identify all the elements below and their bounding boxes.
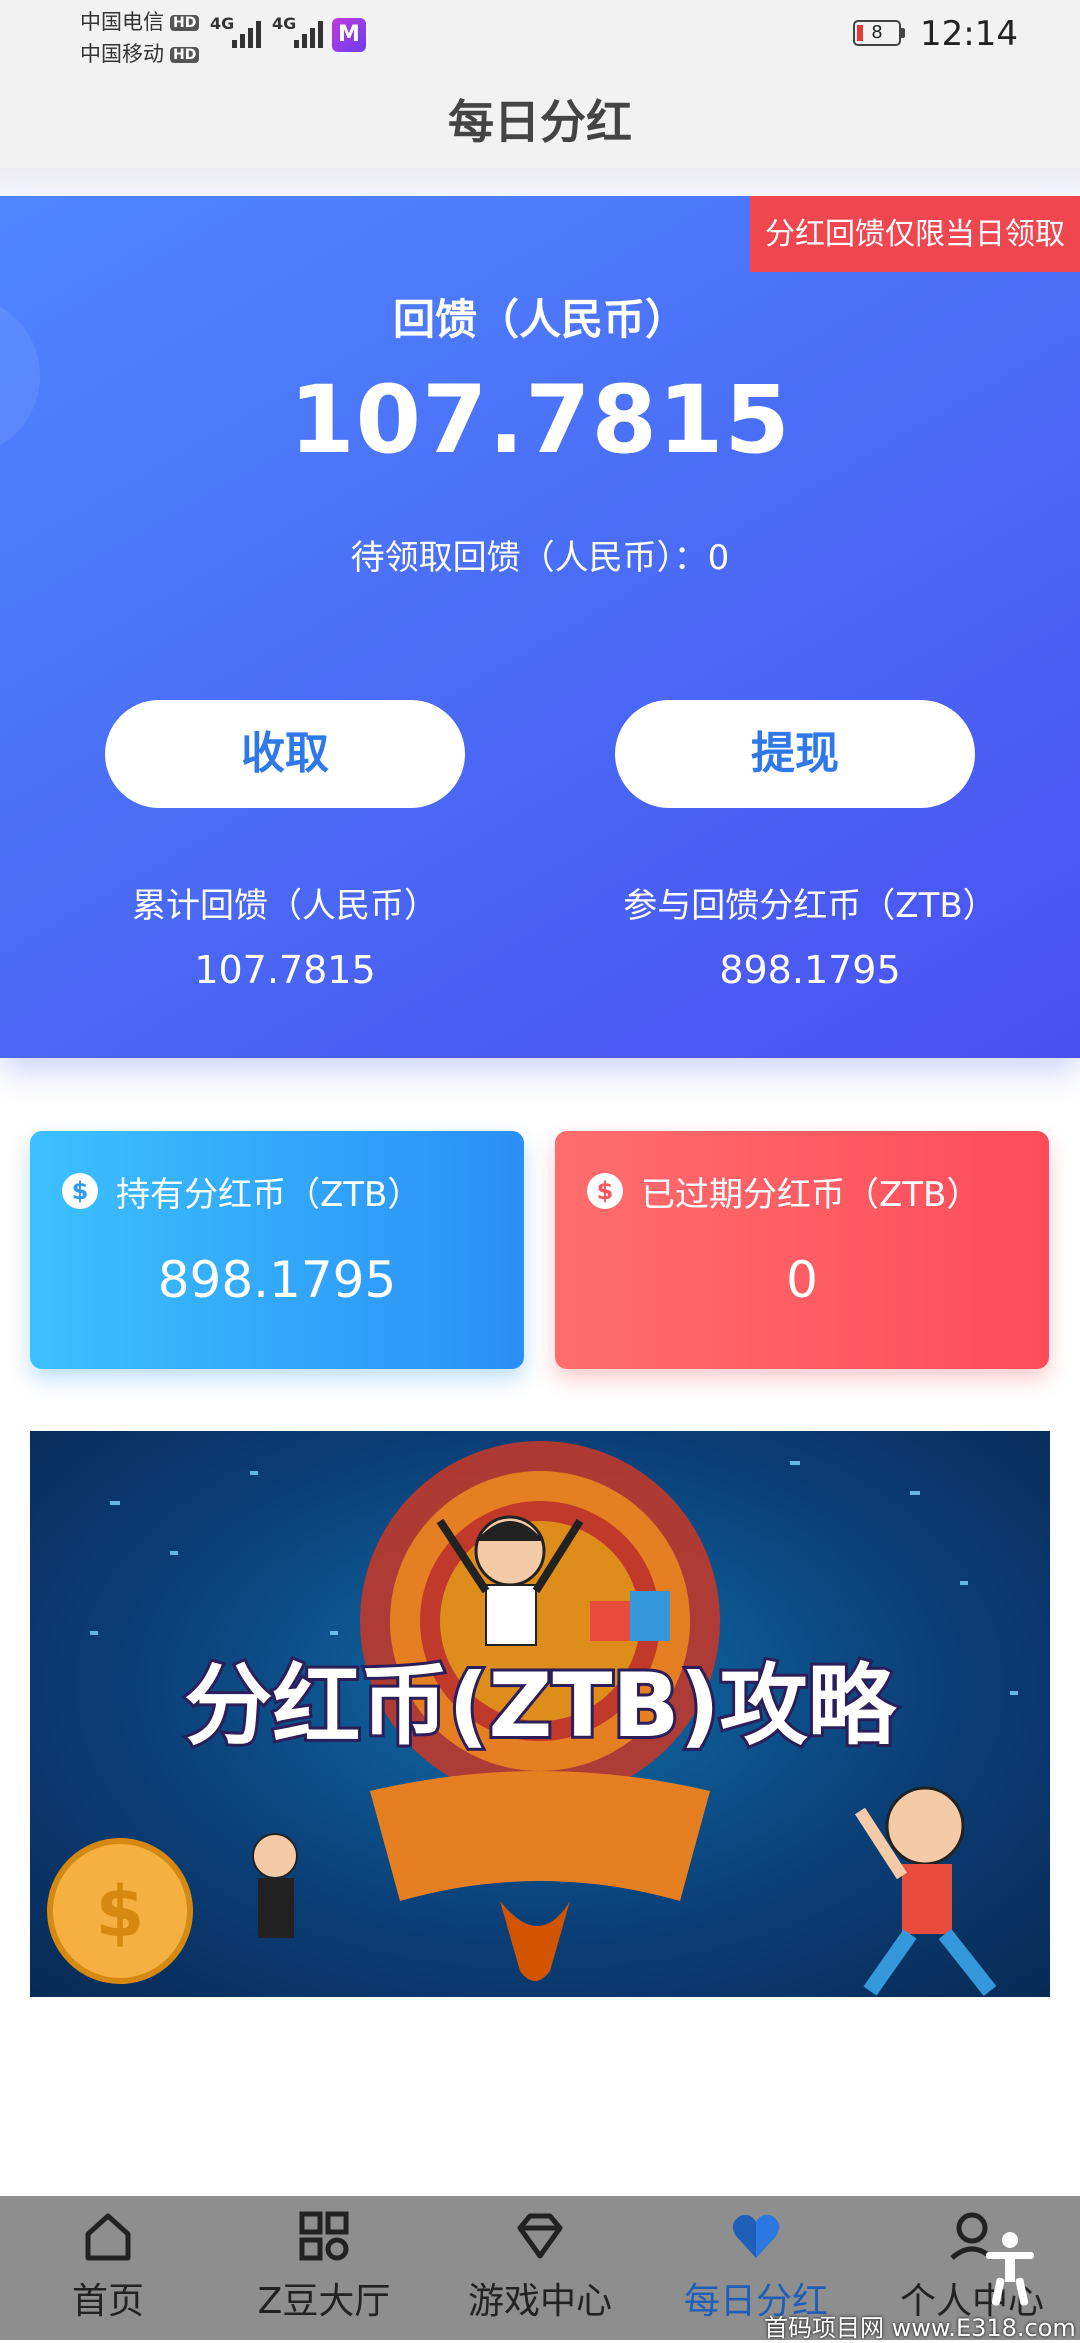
tab-zdou-hall[interactable]: Z豆大厅	[216, 2196, 432, 2340]
signal-icon	[232, 18, 272, 48]
accessibility-icon[interactable]	[980, 2230, 1040, 2310]
collect-button[interactable]: 收取	[105, 700, 465, 808]
battery-icon: 8	[853, 20, 905, 46]
withdraw-button[interactable]: 提现	[615, 700, 975, 808]
app-notification-icon: M	[332, 18, 366, 52]
diamond-icon	[517, 2213, 563, 2259]
tab-label: 游戏中心	[467, 2281, 612, 2322]
grid-icon	[299, 2211, 349, 2261]
hd-badge: HD	[170, 47, 200, 63]
reward-label: 回馈（人民币）	[392, 295, 687, 344]
carrier-2: 中国移动 HD	[80, 38, 200, 68]
status-bar: 中国电信 HD 中国移动 HD 4G 4G M 8 12:14	[0, 0, 1080, 72]
tab-label: 首页	[71, 2281, 144, 2322]
ztb-guide-banner[interactable]: 分红币(ZTB)攻略 $	[30, 1431, 1050, 1997]
dividend-hero-panel: 分红回馈仅限当日领取 回馈（人民币） 107.7815 待领取回馈（人民币）：0…	[0, 196, 1080, 1058]
svg-text:$: $	[96, 1871, 145, 1953]
carrier-1-label: 中国电信	[80, 10, 164, 34]
tab-game-center[interactable]: 游戏中心	[432, 2196, 648, 2340]
network-type-2: 4G	[272, 14, 297, 33]
participating-ztb-value: 898.1795	[719, 948, 901, 992]
header-divider	[0, 168, 1080, 196]
total-reward-label: 累计回馈（人民币）	[132, 886, 438, 926]
banner-illustration: 分红币(ZTB)攻略 $	[47, 1441, 1018, 1996]
held-ztb-value: 898.1795	[157, 1251, 397, 1309]
banner-title: 分红币(ZTB)攻略	[184, 1654, 897, 1757]
reward-amount: 107.7815	[289, 366, 791, 475]
network-type-1: 4G	[210, 14, 235, 33]
page-title: 每日分红	[0, 72, 1080, 168]
expired-ztb-title: 已过期分红币（ZTB）	[641, 1175, 981, 1215]
dollar-circle-icon: $	[62, 1173, 98, 1209]
signal-icon	[294, 18, 334, 48]
notice-badge: 分红回馈仅限当日领取	[750, 196, 1080, 272]
carrier-2-label: 中国移动	[80, 42, 164, 66]
watermark: 首码项目网 www.E318.com	[764, 2314, 1076, 2342]
heart-icon	[732, 2214, 780, 2258]
tab-home[interactable]: 首页	[0, 2196, 216, 2340]
held-ztb-title: 持有分红币（ZTB）	[116, 1175, 422, 1215]
tab-label: Z豆大厅	[257, 2281, 391, 2322]
held-ztb-card[interactable]: $ 持有分红币（ZTB） 898.1795	[30, 1131, 524, 1369]
participating-ztb-label: 参与回馈分红币（ZTB）	[623, 886, 997, 926]
hd-badge: HD	[170, 15, 200, 31]
clock: 12:14	[920, 14, 1018, 54]
dollar-circle-icon: $	[587, 1173, 623, 1209]
pending-reward: 待领取回馈（人民币）：0	[350, 538, 730, 578]
home-icon	[85, 2213, 131, 2261]
expired-ztb-card[interactable]: $ 已过期分红币（ZTB） 0	[555, 1131, 1049, 1369]
total-reward-value: 107.7815	[194, 948, 376, 992]
carrier-1: 中国电信 HD	[80, 6, 200, 36]
expired-ztb-value: 0	[786, 1251, 818, 1309]
